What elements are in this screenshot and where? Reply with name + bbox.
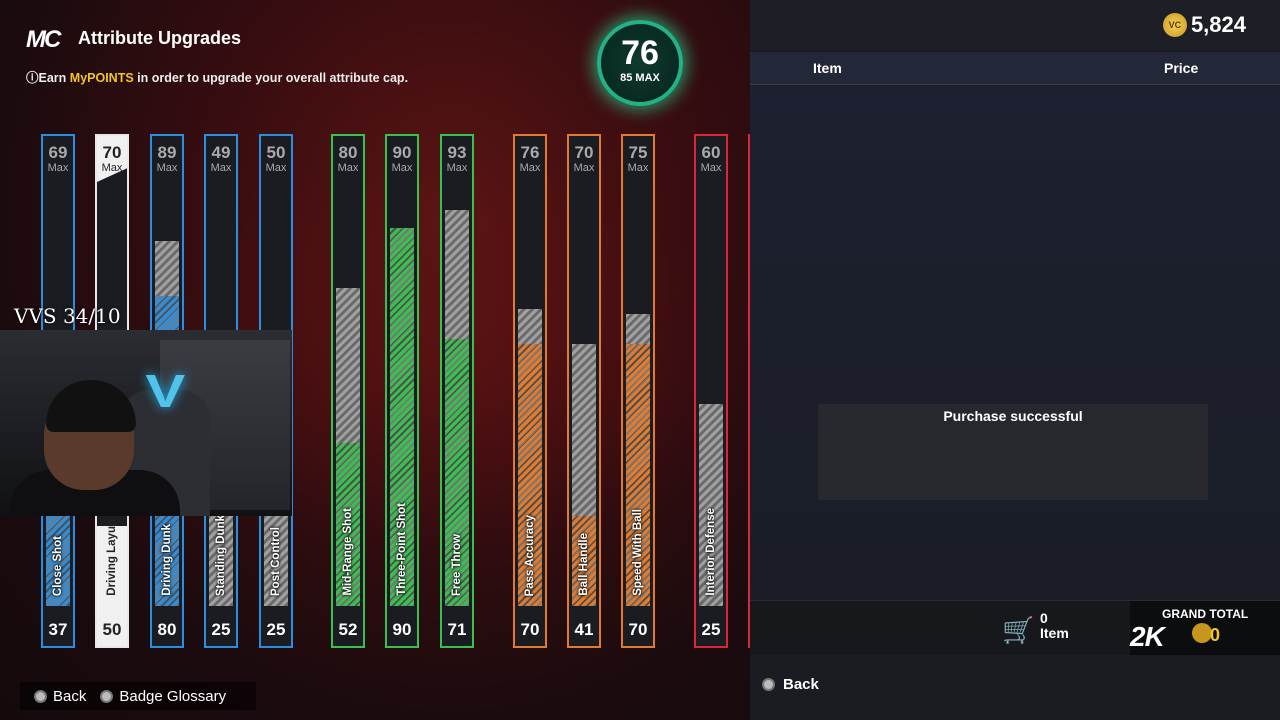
attribute-max-value: 89 [157, 143, 177, 162]
attribute-current-value: 70 [628, 620, 648, 639]
cart-icon: 🛒 [1002, 615, 1035, 645]
attribute-current-value: 25 [266, 620, 286, 639]
vc-coin-icon: VC [1162, 13, 1187, 37]
attribute-bar-free-throw[interactable]: 93 Max Free Throw 71 [440, 134, 474, 648]
attribute-max-value: 76 [520, 143, 540, 162]
attribute-max-value: 75 [628, 143, 648, 162]
max-label: Max [391, 162, 413, 174]
attribute-current-value: 80 [157, 620, 177, 639]
attribute-name: Post Control [270, 527, 282, 596]
overall-max: 85 MAX [620, 72, 660, 84]
grand-total-label: GRAND TOTAL [1162, 607, 1249, 621]
info-icon: ⓘ [26, 71, 39, 85]
stream-overlay-text: VVS 34/10 [14, 304, 121, 328]
grand-total: GRAND TOTAL 2K 0 [1130, 601, 1280, 655]
attribute-current-value: 37 [48, 620, 68, 639]
attribute-current-value: 25 [701, 620, 721, 639]
attribute-bar-interior-defense[interactable]: 60 Max Interior Defense 25 [694, 134, 728, 648]
max-label: Max [47, 162, 69, 174]
max-label: Max [101, 162, 123, 174]
square-button-icon [100, 689, 114, 703]
max-label: Max [337, 162, 359, 174]
attribute-max-value: 50 [266, 143, 286, 162]
item-count: 0 Item [1040, 610, 1069, 641]
attribute-max-value: 80 [338, 143, 358, 162]
attribute-bar-pass-accuracy[interactable]: 76 Max Pass Accuracy 70 [513, 134, 547, 648]
attribute-bar-three-point-shot[interactable]: 90 Max Three-Point Shot 90 [385, 134, 419, 648]
attribute-name: Ball Handle [578, 533, 590, 596]
page-title: Attribute Upgrades [78, 28, 242, 48]
attribute-name: Standing Dunk [215, 514, 227, 596]
attribute-name: Close Shot [52, 535, 64, 596]
max-label: Max [573, 162, 595, 174]
attribute-current-value: 52 [338, 620, 358, 639]
column-item: Item [813, 60, 842, 76]
cart-list: Purchase successful [750, 86, 1280, 600]
max-label: Max [446, 162, 468, 174]
2k-watermark: 2K [1130, 621, 1165, 652]
cart-back-button[interactable]: Back [762, 676, 819, 693]
attribute-max-value: 70 [102, 143, 122, 162]
max-label: Max [265, 162, 287, 174]
attribute-current-value: 41 [574, 620, 594, 639]
attribute-name: Three-Point Shot [396, 503, 408, 596]
max-label: Max [519, 162, 541, 174]
attribute-current-value: 70 [520, 620, 540, 639]
overall-value: 76 [621, 34, 659, 72]
mycareer-logo: MC [26, 26, 61, 53]
page-subtitle: ⓘEarn MyPOINTS in order to upgrade your … [26, 71, 409, 85]
attribute-name: Interior Defense [705, 508, 717, 596]
bottom-controls: Back Badge Glossary [20, 682, 256, 710]
cart-panel: VC 5,824 Item Price Purchase successful … [750, 0, 1280, 720]
cart-footer: 🛒 0 Item GRAND TOTAL 2K 0 [750, 600, 1280, 655]
attribute-current-value: 90 [392, 620, 412, 639]
attribute-max-value: 70 [574, 143, 594, 162]
vc-balance: VC 5,824 [1162, 12, 1246, 38]
attribute-current-value: 71 [447, 620, 467, 639]
circle-button-icon [762, 678, 775, 691]
max-label: Max [627, 162, 649, 174]
attribute-max-value: 60 [701, 143, 721, 162]
mypoints-highlight: MyPOINTS [69, 71, 134, 85]
attribute-name: Driving Layup [106, 519, 118, 596]
attribute-max-value: 93 [447, 143, 467, 162]
attribute-current-value: 25 [211, 620, 231, 639]
webcam-overlay: V [0, 330, 292, 516]
attribute-bar-ball-handle[interactable]: 70 Max Ball Handle 41 [567, 134, 601, 648]
purchase-toast: Purchase successful [818, 404, 1208, 500]
attribute-current-value: 50 [102, 620, 122, 639]
max-label: Max [700, 162, 722, 174]
max-label: Max [156, 162, 178, 174]
attribute-panel: MC Attribute Upgrades ⓘEarn MyPOINTS in … [0, 0, 750, 720]
grand-total-value: 0 [1210, 625, 1221, 645]
attribute-max-value: 69 [48, 143, 68, 162]
attribute-max-value: 49 [211, 143, 231, 162]
max-label: Max [210, 162, 232, 174]
attribute-max-value: 90 [392, 143, 412, 162]
attribute-name: Mid-Range Shot [342, 508, 354, 596]
attribute-name: Driving Dunk [161, 524, 173, 596]
back-button[interactable]: Back [34, 688, 86, 705]
column-price: Price [1164, 60, 1199, 76]
v-logo-icon: V [145, 365, 186, 417]
vc-coin-icon [1192, 623, 1212, 643]
badge-glossary-button[interactable]: Badge Glossary [100, 688, 226, 705]
circle-button-icon [34, 689, 47, 703]
attribute-name: Free Throw [451, 534, 463, 596]
cart-table-header: Item Price [750, 52, 1280, 85]
attribute-bar-speed-with-ball[interactable]: 75 Max Speed With Ball 70 [621, 134, 655, 648]
attribute-name: Speed With Ball [632, 509, 644, 596]
attribute-bar-mid-range-shot[interactable]: 80 Max Mid-Range Shot 52 [331, 134, 365, 648]
overall-rating-badge: 76 85 MAX [597, 20, 683, 106]
attribute-name: Pass Accuracy [524, 514, 536, 596]
